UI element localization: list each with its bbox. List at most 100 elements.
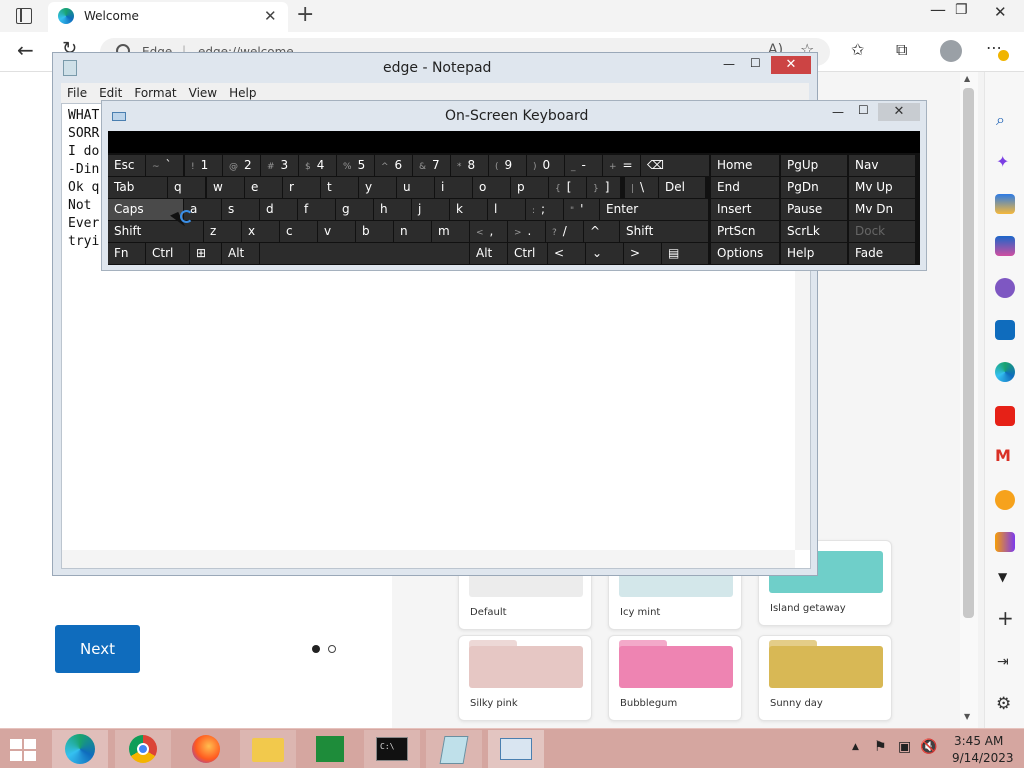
notepad-minimize-icon[interactable]: — (723, 57, 735, 71)
clock-date[interactable]: 9/14/2023 (952, 751, 1014, 765)
key-sym-key[interactable]: ⌄ (586, 243, 623, 264)
key-7-key[interactable]: & 7 (413, 155, 450, 176)
scroll-thumb[interactable] (963, 88, 974, 618)
sidebar-toggle-icon[interactable]: ⇥ (997, 654, 1009, 670)
key-shift-key[interactable]: Shift (620, 221, 708, 242)
osk-minimize-icon[interactable]: — (832, 105, 844, 119)
osk-close-button[interactable]: ✕ (878, 103, 920, 121)
key-h-key[interactable]: h (374, 199, 411, 220)
key-s-key[interactable]: s (222, 199, 259, 220)
key-del-key[interactable]: Del (659, 177, 705, 198)
key-sym-key[interactable]: _ - (565, 155, 602, 176)
key-i-key[interactable]: i (435, 177, 472, 198)
tray-chevron-icon[interactable]: ▲ (852, 742, 859, 752)
youtube-icon[interactable] (995, 406, 1015, 426)
key-scrlk-key[interactable]: ScrLk (781, 221, 847, 242)
key-0-key[interactable]: ) 0 (527, 155, 564, 176)
outlook-icon[interactable] (995, 320, 1015, 340)
menu-view[interactable]: View (183, 83, 223, 100)
menu-format[interactable]: Format (128, 83, 182, 100)
search-icon[interactable]: ⌕ (996, 110, 1005, 130)
taskbar-osk-icon[interactable] (488, 730, 544, 768)
key-alt-key[interactable]: Alt (470, 243, 507, 264)
key-l-key[interactable]: l (488, 199, 525, 220)
key-b-key[interactable]: b (356, 221, 393, 242)
start-button[interactable] (10, 739, 38, 761)
key-fn-key[interactable]: Fn (108, 243, 145, 264)
taskbar-edge-icon[interactable] (52, 730, 108, 768)
key-home-key[interactable]: Home (711, 155, 779, 176)
add-sidebar-icon[interactable]: + (997, 606, 1014, 630)
key-mvup-key[interactable]: Mv Up (849, 177, 915, 198)
key-4-key[interactable]: $4 (299, 155, 336, 176)
page-scrollbar[interactable]: ▲ ▼ (960, 72, 978, 728)
favorites-icon[interactable]: ✩ (851, 40, 864, 59)
close-tab-icon[interactable]: ✕ (264, 7, 277, 25)
key-sym-key[interactable]: < (548, 243, 585, 264)
key-z-key[interactable]: z (204, 221, 241, 242)
key-q-key[interactable]: q (168, 177, 205, 198)
key-prtscn-key[interactable]: PrtScn (711, 221, 779, 242)
key-x-key[interactable]: x (242, 221, 279, 242)
key-k-key[interactable]: k (450, 199, 487, 220)
minimize-icon[interactable]: — (930, 0, 946, 19)
scroll-down-icon[interactable]: ▼ (964, 712, 970, 721)
theme-card-silky-pink[interactable]: Silky pink (458, 635, 592, 721)
back-icon[interactable]: ← (17, 38, 34, 62)
close-window-icon[interactable]: ✕ (994, 3, 1007, 21)
key-insert-key[interactable]: Insert (711, 199, 779, 220)
key-u-key[interactable]: u (397, 177, 434, 198)
key-sym-key[interactable]: :; (526, 199, 563, 220)
page-dot-active[interactable] (312, 645, 320, 653)
key-help-key[interactable]: Help (781, 243, 847, 264)
key-pgdn-key[interactable]: PgDn (781, 177, 847, 198)
key-w-key[interactable]: w (207, 177, 244, 198)
tray-volume-icon[interactable]: 🔇 (920, 739, 937, 755)
theme-card-sunny-day[interactable]: Sunny day (758, 635, 892, 721)
tray-flag-icon[interactable]: ⚑ (874, 739, 887, 755)
gmail-icon[interactable]: M (995, 446, 1011, 465)
key-shift-key[interactable]: Shift (108, 221, 203, 242)
key-sym-key[interactable]: }] (587, 177, 620, 198)
key-f-key[interactable]: f (298, 199, 335, 220)
restore-icon[interactable]: ❐ (955, 2, 968, 18)
key-sym-key[interactable]: > (624, 243, 661, 264)
next-button[interactable]: Next (55, 625, 140, 673)
profile-avatar[interactable] (940, 40, 962, 62)
notepad-hscrollbar[interactable] (62, 550, 795, 568)
shopping-icon[interactable] (995, 194, 1015, 214)
key-alt-key[interactable]: Alt (222, 243, 259, 264)
key-sym-key[interactable]: + = (603, 155, 640, 176)
copilot-icon[interactable]: ✦ (996, 152, 1009, 171)
settings-gear-icon[interactable]: ⚙ (996, 694, 1011, 714)
key-r-key[interactable]: r (283, 177, 320, 198)
taskbar-chrome-icon[interactable] (115, 730, 171, 768)
taskbar-store-icon[interactable] (302, 730, 358, 768)
key-sym-key[interactable]: >. (508, 221, 545, 242)
key-ctrl-key[interactable]: Ctrl (146, 243, 189, 264)
key-pause-key[interactable]: Pause (781, 199, 847, 220)
key-sym-key[interactable]: <, (470, 221, 507, 242)
key-tab-key[interactable]: Tab (108, 177, 167, 198)
collections-icon[interactable]: ⧉ (896, 40, 907, 60)
taskbar-notepad-icon[interactable] (426, 730, 482, 768)
tab-actions-icon[interactable] (16, 8, 32, 24)
key-sym-key[interactable]: | \ (625, 177, 658, 198)
key-d-key[interactable]: d (260, 199, 297, 220)
key-1-key[interactable]: ! 1 (185, 155, 222, 176)
key-pgup-key[interactable]: PgUp (781, 155, 847, 176)
edge-drop-icon[interactable] (995, 362, 1015, 382)
clock-time[interactable]: 3:45 AM (954, 734, 1003, 748)
new-tab-icon[interactable]: + (296, 2, 314, 27)
key-sym-key[interactable]: ? / (546, 221, 583, 242)
notepad-maximize-icon[interactable]: ☐ (750, 56, 761, 70)
taskbar-cmd-icon[interactable]: C:\ (364, 730, 420, 768)
key-sym-key[interactable]: ^ (584, 221, 619, 242)
key-n-key[interactable]: n (394, 221, 431, 242)
theme-card-bubblegum[interactable]: Bubblegum (608, 635, 742, 721)
key-p-key[interactable]: p (511, 177, 548, 198)
key-sym-key[interactable]: ▤ (662, 243, 708, 264)
key-ctrl-key[interactable]: Ctrl (508, 243, 547, 264)
key-esc-key[interactable]: Esc (108, 155, 145, 176)
key-3-key[interactable]: #3 (261, 155, 298, 176)
